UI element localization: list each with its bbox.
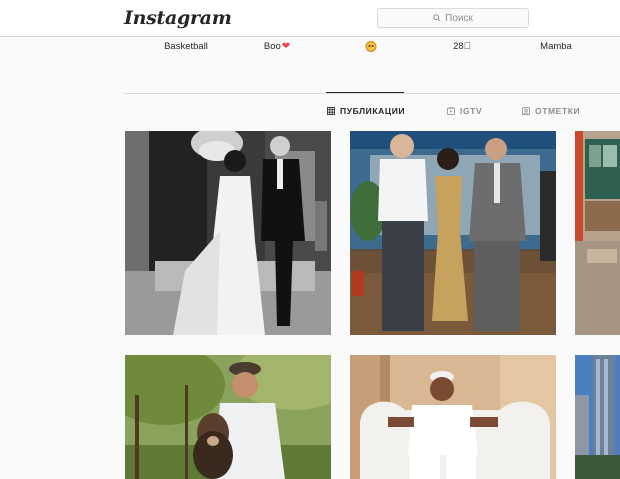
tagged-icon — [522, 107, 530, 115]
man-in-white-chair-photo-image — [350, 355, 556, 479]
post-man-in-white-chair-photo[interactable] — [350, 355, 556, 479]
active-tab-indicator — [326, 92, 404, 93]
city-towers-photo-image — [575, 355, 620, 479]
search-placeholder: Поиск — [445, 12, 473, 24]
tabs-divider — [124, 93, 620, 94]
post-city-towers-photo[interactable] — [575, 355, 620, 479]
highlight-emoji[interactable] — [365, 41, 377, 52]
highlight-28[interactable]: 28⃣ — [453, 41, 471, 52]
profile-tabs: ПУБЛИКАЦИИ IGTV ОТМЕТКИ — [0, 106, 620, 120]
red-heart-icon: ❤ — [281, 41, 291, 52]
highlight-label: Boo — [263, 41, 281, 52]
post-man-with-dog-photo[interactable] — [125, 355, 331, 479]
highlight-label: Basketball — [164, 41, 208, 52]
search-icon — [433, 14, 441, 22]
tab-tagged[interactable]: ОТМЕТКИ — [522, 106, 580, 116]
top-navigation-bar: Instagram Поиск — [0, 0, 620, 37]
three-people-photo-image — [350, 131, 556, 335]
post-room-photo[interactable] — [575, 131, 620, 335]
tab-publications[interactable]: ПУБЛИКАЦИИ — [327, 106, 405, 116]
tab-label: ОТМЕТКИ — [535, 106, 581, 116]
story-highlights: Basketball Boo ❤ 28⃣ Mamba — [0, 41, 620, 57]
emoji-face-icon — [365, 41, 377, 52]
highlight-label: Mamba — [540, 41, 572, 52]
instagram-logo[interactable]: Instagram — [124, 7, 232, 29]
highlight-boo[interactable]: Boo ❤ — [264, 41, 290, 52]
room-photo-image — [575, 131, 620, 335]
man-with-dog-photo-image — [125, 355, 331, 479]
grid-icon — [327, 107, 335, 115]
search-input[interactable]: Поиск — [377, 8, 529, 28]
highlight-label: 28⃣ — [453, 41, 471, 52]
igtv-icon — [447, 107, 455, 115]
post-wedding-photo[interactable] — [125, 131, 331, 335]
highlight-basketball[interactable]: Basketball — [164, 41, 208, 52]
tab-label: IGTV — [460, 106, 483, 116]
tab-igtv[interactable]: IGTV — [447, 106, 482, 116]
wedding-photo-image — [125, 131, 331, 335]
tab-label: ПУБЛИКАЦИИ — [340, 106, 406, 116]
highlight-mamba[interactable]: Mamba — [540, 41, 572, 52]
post-three-people-photo[interactable] — [350, 131, 556, 335]
